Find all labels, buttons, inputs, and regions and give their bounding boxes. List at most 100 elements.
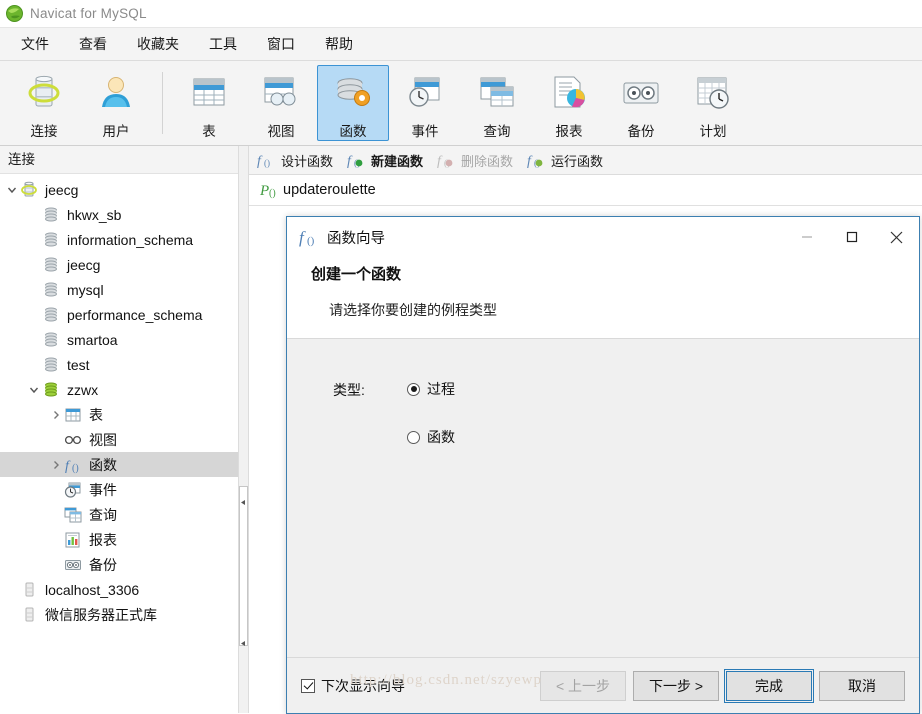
radio-indicator-function[interactable] — [407, 430, 420, 444]
user-icon — [95, 72, 137, 114]
toolbar-button-backup[interactable]: 备份 — [605, 65, 677, 141]
database-open-icon — [42, 381, 60, 399]
tree-item[interactable]: test — [0, 352, 238, 377]
chevron-right-icon[interactable] — [48, 457, 64, 473]
tree-item[interactable]: performance_schema — [0, 302, 238, 327]
cancel-button[interactable]: 取消 — [819, 670, 905, 701]
pane-splitter[interactable] — [238, 146, 249, 713]
next-button[interactable]: 下一步 > — [633, 670, 719, 701]
tree-item[interactable]: jeecg — [0, 177, 238, 202]
design-function-button[interactable]: f() 设计函数 — [257, 151, 333, 170]
procedure-icon: P () — [259, 181, 279, 199]
action-label: 新建函数 — [371, 153, 424, 169]
report-icon — [64, 531, 82, 549]
close-icon[interactable] — [874, 217, 919, 257]
tree-item-label: localhost_3306 — [45, 581, 140, 598]
action-label: 设计函数 — [281, 153, 334, 169]
tree-item[interactable]: information_schema — [0, 227, 238, 252]
tree-item[interactable]: 查询 — [0, 502, 238, 527]
object-tab[interactable]: P () updateroulette — [249, 175, 922, 206]
tree-item[interactable]: hkwx_sb — [0, 202, 238, 227]
tree-item[interactable]: 表 — [0, 402, 238, 427]
tree-item[interactable]: zzwx — [0, 377, 238, 402]
tree-item-label: 微信服务器正式库 — [45, 606, 157, 623]
toolbar-button-schedule[interactable]: 计划 — [677, 65, 749, 141]
tree-item[interactable]: 微信服务器正式库 — [0, 602, 238, 627]
toolbar-button-table[interactable]: 表 — [173, 65, 245, 141]
view-icon — [260, 72, 302, 114]
tree-item[interactable]: 报表 — [0, 527, 238, 552]
menu-file[interactable]: 文件 — [6, 30, 64, 58]
tree-item[interactable]: localhost_3306 — [0, 577, 238, 602]
menubar: 文件 查看 收藏夹 工具 窗口 帮助 — [0, 27, 922, 61]
splitter-grip[interactable] — [239, 486, 248, 646]
menu-view[interactable]: 查看 — [64, 30, 122, 58]
radio-option-procedure[interactable]: 过程 — [407, 379, 455, 399]
svg-text:f: f — [299, 228, 306, 247]
dialog-footer: 下次显示向导 < 上一步 下一步 > 完成 取消 — [287, 657, 919, 713]
dialog-heading: 创建一个函数 — [311, 266, 402, 283]
maximize-icon[interactable] — [829, 217, 874, 257]
tree-item[interactable]: jeecg — [0, 252, 238, 277]
query-icon — [476, 72, 518, 114]
radio-indicator-procedure[interactable] — [407, 382, 420, 396]
run-function-button[interactable]: f()运行函数 — [527, 151, 603, 170]
function-fx-icon: f() — [64, 456, 82, 474]
back-button[interactable]: < 上一步 — [540, 670, 626, 701]
tree-item-label: 查询 — [89, 506, 117, 523]
report-icon — [548, 72, 590, 114]
toolbar-button-function[interactable]: 函数 — [317, 65, 389, 141]
event-icon — [64, 481, 82, 499]
toolbar-label: 连接 — [30, 124, 58, 139]
chevron-right-icon[interactable] — [48, 407, 64, 423]
tree-item-label: 函数 — [89, 456, 117, 473]
toolbar-button-connection[interactable]: 连接 — [8, 65, 80, 141]
tree-item[interactable]: mysql — [0, 277, 238, 302]
svg-text:f: f — [65, 459, 71, 474]
sidebar: 连接 jeecg hkwx_sb information_schema jeecg my… — [0, 146, 238, 713]
svg-text:f: f — [347, 154, 353, 168]
tree-item-label: 备份 — [89, 556, 117, 573]
database-icon — [42, 356, 60, 374]
database-icon — [42, 331, 60, 349]
tree-item[interactable]: 备份 — [0, 552, 238, 577]
tree-item-label: zzwx — [67, 381, 99, 398]
toolbar-button-query[interactable]: 查询 — [461, 65, 533, 141]
menu-help[interactable]: 帮助 — [310, 30, 368, 58]
radio-option-function[interactable]: 函数 — [407, 427, 455, 447]
tree-item-label: 事件 — [89, 481, 117, 498]
action-label: 删除函数 — [461, 153, 514, 169]
svg-text:f: f — [527, 154, 533, 168]
splitter-collapse-down-icon[interactable] — [241, 634, 246, 646]
chevron-down-icon[interactable] — [26, 382, 42, 398]
menu-window[interactable]: 窗口 — [252, 30, 310, 58]
tree-item-label: jeecg — [67, 256, 101, 273]
tree-item-label: test — [67, 356, 90, 373]
connection-offline-icon — [20, 581, 38, 599]
tree-item-label: performance_schema — [67, 306, 203, 323]
toolbar-button-user[interactable]: 用户 — [80, 65, 152, 141]
minimize-icon[interactable] — [784, 217, 829, 257]
run-function-icon: f() — [527, 152, 547, 169]
toolbar-label: 计划 — [699, 124, 727, 139]
checkbox-indicator[interactable] — [301, 678, 315, 693]
show-wizard-checkbox[interactable]: 下次显示向导 — [301, 676, 533, 696]
new-function-button[interactable]: f()新建函数 — [347, 151, 423, 170]
svg-text:P: P — [259, 183, 269, 199]
tree-item[interactable]: 视图 — [0, 427, 238, 452]
tree-item[interactable]: smartoa — [0, 327, 238, 352]
tree-item[interactable]: f() 函数 — [0, 452, 238, 477]
database-icon — [42, 306, 60, 324]
schedule-icon — [692, 72, 734, 114]
chevron-down-icon[interactable] — [4, 182, 20, 198]
toolbar-button-report[interactable]: 报表 — [533, 65, 605, 141]
tree-item[interactable]: 事件 — [0, 477, 238, 502]
finish-button[interactable]: 完成 — [724, 668, 814, 703]
splitter-collapse-up-icon[interactable] — [241, 493, 246, 505]
menu-tools[interactable]: 工具 — [194, 30, 252, 58]
toolbar-button-event[interactable]: 事件 — [389, 65, 461, 141]
toolbar-button-view[interactable]: 视图 — [245, 65, 317, 141]
toolbar-label: 函数 — [339, 124, 367, 139]
object-tab-label: updateroulette — [283, 182, 376, 198]
menu-favorites[interactable]: 收藏夹 — [122, 30, 194, 58]
